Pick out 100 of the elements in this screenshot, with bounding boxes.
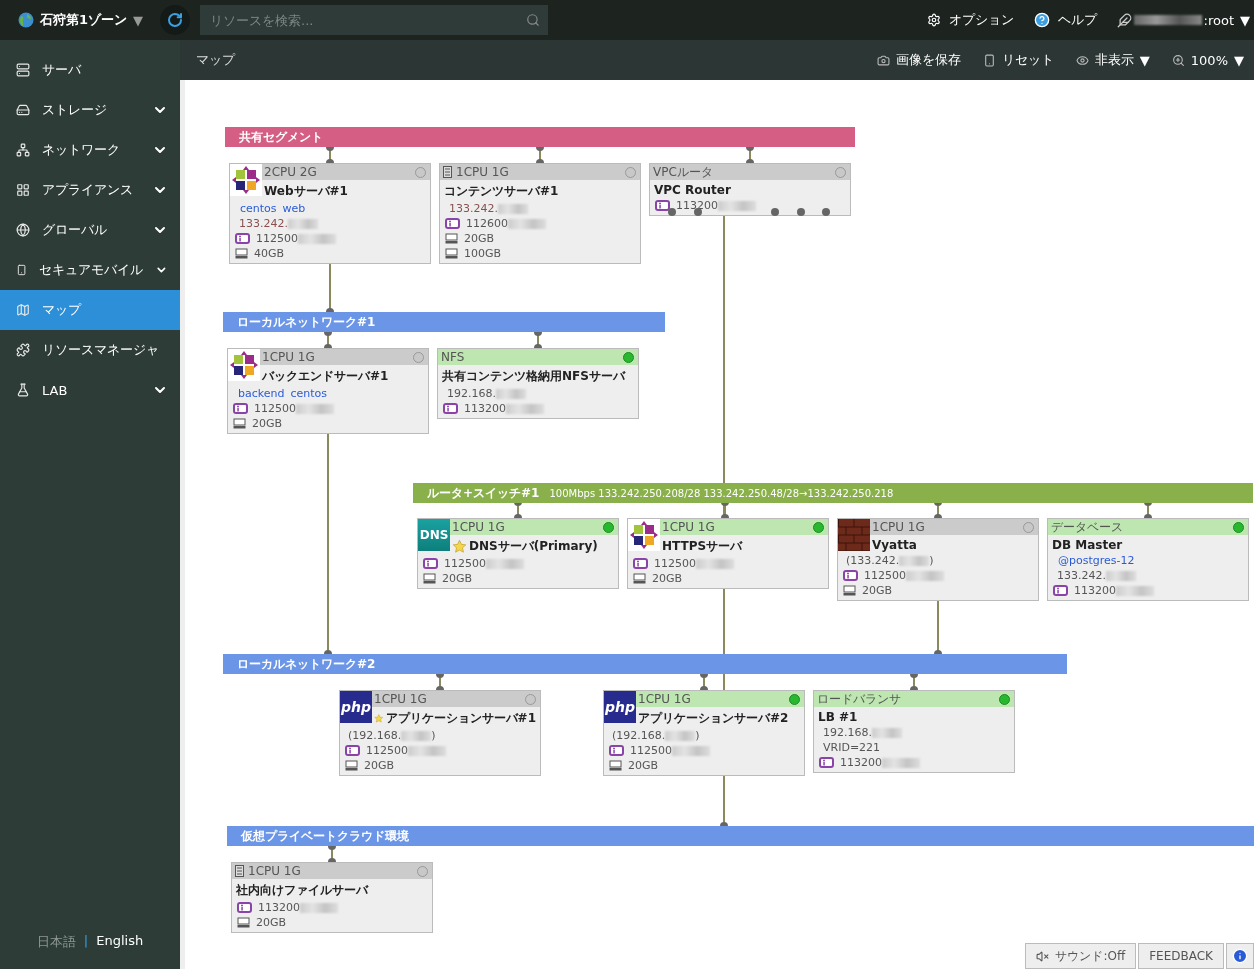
help-link[interactable]: ヘルプ [1033, 11, 1097, 29]
pinwheel-logo-icon [628, 519, 660, 551]
sound-button[interactable]: サウンド:Off [1025, 943, 1137, 969]
ip-address-end: ) [695, 729, 700, 742]
disk-size: 20GB [628, 759, 659, 772]
server-card[interactable]: NFS 共有コンテンツ格納用NFSサーバ 192.168. 113200 [437, 348, 639, 419]
port-dot [694, 208, 702, 216]
server-card[interactable]: 1CPU 1G HTTPSサーバ 112500 20GB [627, 518, 829, 589]
ip-address: (192.168. [612, 729, 666, 742]
search-field[interactable]: リソースを検索... [200, 5, 548, 35]
server-card[interactable]: 1CPU 1G php アプリケーションサーバ#1 (192.168. ) 112500 20GB [339, 690, 541, 776]
sidebar-item[interactable]: ストレージ [0, 90, 180, 130]
help-icon [1033, 12, 1050, 28]
sidebar-item[interactable]: アプライアンス [0, 170, 180, 210]
redaction-mark [1106, 570, 1136, 581]
page-title: マップ [196, 51, 235, 69]
server-card[interactable]: 1CPU 1G バックエンドサーバ#1 backend centos 112500 20GB [227, 348, 429, 434]
server-name: 共有コンテンツ格納用NFSサーバ [442, 368, 625, 385]
language-link[interactable]: English [96, 933, 144, 951]
toolbar-button[interactable]: 非表示 ▼ [1075, 51, 1150, 69]
feather-icon [1116, 12, 1132, 28]
server-card[interactable]: 2CPU 2G Webサーバ#1 centos web 133.242. 112500 40GB [229, 163, 431, 264]
pinwheel-logo-icon [230, 164, 262, 196]
tag-link[interactable]: @postgres-12 [1058, 554, 1135, 567]
redaction-mark [872, 727, 902, 738]
id-card-icon [633, 558, 648, 569]
spec-label: 1CPU 1G [638, 692, 691, 706]
id-card-icon [235, 233, 250, 244]
redaction-mark [401, 730, 432, 741]
server-card[interactable]: 1CPU 1G DNS DNSサーバ(Primary) 112500 20GB [417, 518, 619, 589]
spec-label: 1CPU 1G [662, 520, 715, 534]
sidebar-item[interactable]: ネットワーク [0, 130, 180, 170]
redaction-mark [298, 233, 336, 244]
tag-link[interactable]: web [282, 202, 306, 215]
server-card[interactable]: 1CPU 1G Vyatta (133.242. ) 112500 20GB [837, 518, 1039, 601]
sidebar-item[interactable]: リソースマネージャ [0, 330, 180, 370]
server-card[interactable]: ロードバランサ LB #1 192.168. VRID=221 113200 [813, 690, 1015, 773]
ip-address: (192.168. [348, 729, 402, 742]
id-card-icon [843, 570, 858, 581]
server-card[interactable]: 1CPU 1G 社内向けファイルサーバ 113200 20GB [231, 862, 433, 933]
vrid-label: VRID=221 [823, 741, 881, 754]
port-dot [797, 208, 805, 216]
language-link[interactable]: 日本語 [36, 933, 76, 951]
server-name: バックエンドサーバ#1 [262, 368, 389, 385]
star-icon [374, 711, 384, 726]
redaction-mark [882, 757, 920, 768]
server-name: Vyatta [872, 538, 917, 552]
user-menu[interactable]: :root ▼ [1116, 12, 1250, 28]
spec-label: 1CPU 1G [262, 350, 315, 364]
map-icon [16, 303, 30, 317]
id-card-icon [819, 757, 834, 768]
resource-id: 112600 [466, 217, 508, 230]
disk-size: 20GB [364, 759, 395, 772]
server-card[interactable]: VPCルータ VPC Router 113200 [649, 163, 851, 216]
port-dot [771, 208, 779, 216]
tag-link[interactable]: backend [238, 387, 285, 400]
ip-address: 133.242. [239, 217, 288, 230]
feedback-button[interactable]: FEEDBACK [1138, 943, 1224, 969]
tag-link[interactable]: centos [240, 202, 277, 215]
phone-icon [16, 263, 28, 277]
server-card[interactable]: 1CPU 1G php アプリケーションサーバ#2 (192.168. ) 112500 20GB [603, 690, 805, 776]
server-name: HTTPSサーバ [662, 538, 743, 555]
redaction-mark [296, 403, 334, 414]
id-card-icon [237, 902, 252, 913]
network-segment[interactable]: 共有セグメント [225, 127, 855, 147]
tag-link[interactable]: centos [290, 387, 328, 400]
toolbar-button[interactable]: 画像を保存 [876, 51, 961, 69]
zone-name[interactable]: 石狩第1ゾーン [40, 11, 128, 29]
sidebar-item[interactable]: グローバル [0, 210, 180, 250]
puzzle-icon [16, 343, 30, 357]
ip-address-end: ) [929, 554, 934, 567]
options-link[interactable]: オプション [926, 11, 1014, 29]
toolbar-button[interactable]: リセット [982, 51, 1054, 69]
disk-size: 40GB [254, 247, 285, 260]
refresh-icon [167, 12, 183, 28]
server-name: DNSサーバ(Primary) [469, 538, 598, 555]
server-icon [16, 63, 30, 77]
toolbar-button[interactable]: 100% ▼ [1171, 51, 1244, 69]
dns-logo: DNS [418, 519, 450, 551]
redaction-mark [899, 555, 930, 566]
id-card-icon [443, 403, 458, 414]
globe-icon [18, 12, 34, 28]
server-card[interactable]: データベース DB Master @postgres-12 133.242. 113200 [1047, 518, 1249, 601]
disk-size: 20GB [256, 916, 287, 929]
sidebar-item[interactable]: セキュアモバイル [0, 250, 180, 290]
refresh-button[interactable] [160, 5, 190, 35]
resource-id: 113200 [258, 901, 300, 914]
disk-size: 100GB [464, 247, 502, 260]
sidebar-item[interactable]: サーバ [0, 50, 180, 90]
sidebar-item[interactable]: LAB [0, 370, 180, 410]
spec-label: NFS [441, 350, 465, 364]
server-card[interactable]: 1CPU 1G コンテンツサーバ#1 133.242. 112600 20GB 100GB [439, 163, 641, 264]
resource-id: 112500 [630, 744, 672, 757]
redaction-mark [1116, 585, 1154, 596]
id-card-icon [655, 200, 670, 211]
resource-id: 112500 [254, 402, 296, 415]
info-button[interactable] [1226, 943, 1254, 969]
caret-icon[interactable]: ▼ [133, 12, 144, 28]
resource-id: 113200 [1074, 584, 1116, 597]
resource-id: 113200 [676, 199, 718, 212]
